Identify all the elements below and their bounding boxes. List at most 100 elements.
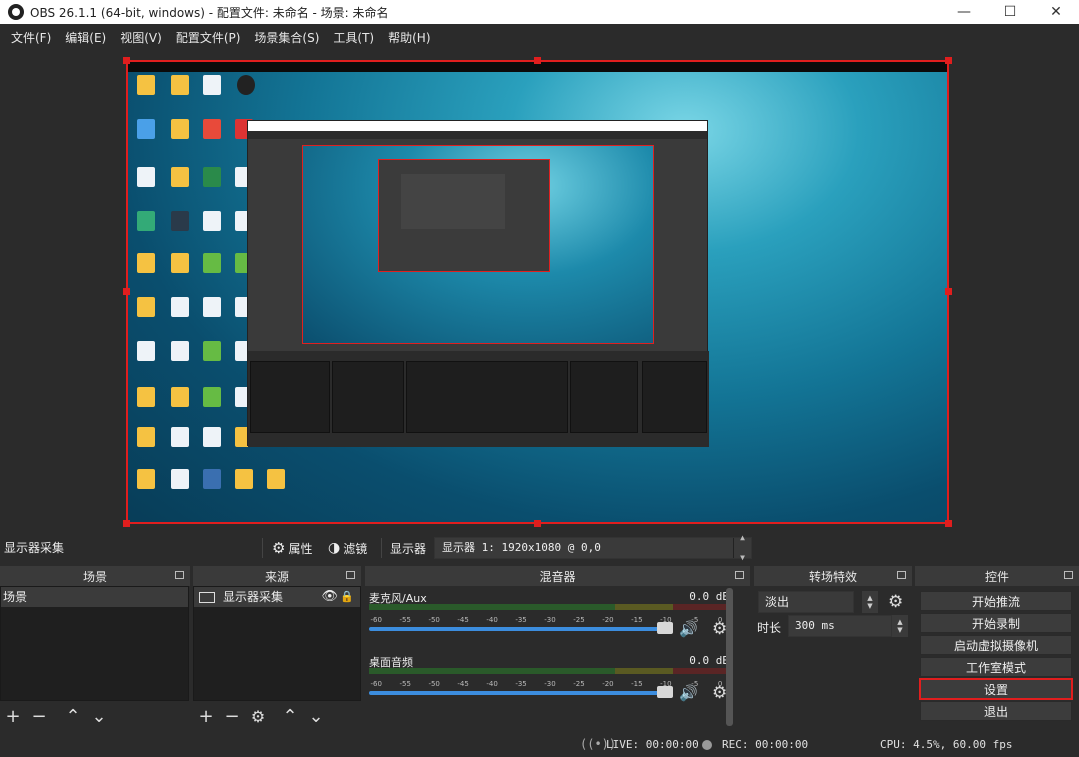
menu-view[interactable]: 视图(V) — [113, 24, 169, 52]
preview-area — [0, 52, 1079, 530]
selected-source-name: 显示器采集 — [4, 541, 65, 555]
display-label: 显示器 — [390, 541, 427, 556]
move-up-icon[interactable]: ⌃ — [281, 705, 299, 727]
channel-db: 0.0 dB — [689, 590, 729, 603]
menu-profile[interactable]: 配置文件(P) — [169, 24, 248, 52]
live-timer: LIVE: 00:00:00 — [606, 738, 699, 751]
move-down-icon[interactable]: ⌄ — [90, 705, 108, 727]
updown-arrow-icon: ▲ ▼ — [733, 533, 751, 562]
remove-scene-icon[interactable]: − — [30, 705, 48, 727]
mixer-body: 麦克风/Aux 0.0 dB -60 -55 -50 -45 -40 -35 -30 -25-… — [365, 586, 735, 729]
undock-icon[interactable] — [897, 571, 906, 579]
undock-icon[interactable] — [175, 571, 184, 579]
source-item-label: 显示器采集 — [223, 590, 284, 604]
sources-toolbar: + − ⚙ ⌃ ⌄ — [193, 703, 325, 729]
window-title: OBS 26.1.1 (64-bit, windows) - 配置文件: 未命名… — [30, 5, 389, 20]
rec-timer: REC: 00:00:00 — [722, 738, 809, 751]
mixer-scrollbar[interactable] — [726, 588, 733, 726]
start-recording-button[interactable]: 开始录制 — [920, 613, 1072, 633]
controls-dock: 控件 开始推流 开始录制 启动虚拟摄像机 工作室模式 设置 退出 — [915, 566, 1079, 731]
menu-scene-collection[interactable]: 场景集合(S) — [247, 24, 326, 52]
preview-canvas[interactable] — [127, 61, 948, 523]
duration-label: 时长 — [757, 621, 782, 635]
menu-help[interactable]: 帮助(H) — [381, 24, 437, 52]
volume-meter — [369, 668, 731, 674]
duration-input[interactable]: 300 ms — [788, 615, 892, 637]
settings-button[interactable]: 设置 — [919, 678, 1073, 700]
start-virtual-camera-button[interactable]: 启动虚拟摄像机 — [920, 635, 1072, 655]
maximize-button[interactable]: ☐ — [987, 0, 1033, 24]
channel-db: 0.0 dB — [689, 654, 729, 667]
controls-header: 控件 — [915, 566, 1079, 586]
source-toolbar: 显示器采集 ⚙ 属性 ◑ 滤镜 显示器 显示器 1: 1920x1080 @ 0… — [0, 533, 1079, 562]
lock-icon[interactable]: 🔒 — [340, 587, 354, 607]
transitions-header: 转场特效 — [754, 566, 912, 586]
record-dot-icon — [702, 740, 712, 750]
scenes-toolbar: + − ⌃ ⌄ — [0, 703, 108, 729]
title-bar: OBS 26.1.1 (64-bit, windows) - 配置文件: 未命名… — [0, 0, 1079, 24]
gear-icon[interactable]: ⚙ — [712, 619, 727, 639]
cpu-fps-readout: CPU: 4.5%, 60.00 fps — [880, 738, 1013, 751]
menu-tools[interactable]: 工具(T) — [326, 24, 381, 52]
move-down-icon[interactable]: ⌄ — [307, 705, 325, 727]
volume-slider-handle[interactable] — [657, 622, 673, 634]
add-scene-icon[interactable]: + — [4, 705, 22, 727]
scene-item[interactable]: 场景 — [1, 587, 188, 607]
display-select-value: 显示器 1: 1920x1080 @ 0,0 — [442, 541, 601, 554]
volume-slider[interactable] — [369, 691, 667, 695]
sources-list: 显示器采集 👁 🔒 — [193, 586, 361, 701]
meter-ticks: -60 -55 -50 -45 -40 -35 -30 -25 -20 -15 -10 -5 0 — [370, 680, 723, 688]
close-button[interactable]: ✕ — [1033, 0, 1079, 24]
gear-icon[interactable]: ⚙ — [712, 683, 727, 703]
menu-file[interactable]: 文件(F) — [4, 24, 58, 52]
properties-label: 属性 — [288, 541, 313, 556]
volume-meter — [369, 604, 731, 610]
mixer-channel-desktop: 桌面音频 0.0 dB -60 -55 -50 -45 -40 -35 -30 -25 -20-… — [369, 654, 731, 714]
transition-settings-gear-icon[interactable]: ⚙ — [888, 592, 903, 612]
gear-icon: ⚙ — [272, 539, 286, 557]
obs-logo-icon — [8, 4, 24, 20]
captured-taskbar — [127, 61, 948, 72]
menu-edit[interactable]: 编辑(E) — [58, 24, 113, 52]
sources-header: 来源 — [193, 566, 361, 586]
duration-spinner[interactable]: ▲ ▼ — [892, 615, 908, 637]
meter-ticks: -60 -55 -50 -45 -40 -35 -30 -25 -20 -15 -10 -5 0 — [370, 616, 723, 624]
speaker-icon[interactable]: 🔊 — [679, 620, 698, 638]
transition-select[interactable]: 淡出 — [758, 591, 854, 613]
display-select[interactable]: 显示器 1: 1920x1080 @ 0,0 ▲ ▼ — [434, 533, 752, 562]
mixer-channel-mic: 麦克风/Aux 0.0 dB -60 -55 -50 -45 -40 -35 -30 -25-… — [369, 590, 731, 650]
minimize-button[interactable]: — — [941, 0, 987, 24]
remove-source-icon[interactable]: − — [223, 705, 241, 727]
mixer-dock: 混音器 麦克风/Aux 0.0 dB -60 -55 -50 -45 -40 -35 -30… — [365, 566, 750, 731]
captured-obs-window — [247, 120, 709, 447]
undock-icon[interactable] — [346, 571, 355, 579]
sources-dock: 来源 显示器采集 👁 🔒 + − ⚙ ⌃ ⌄ — [193, 566, 361, 731]
volume-slider[interactable] — [369, 627, 667, 631]
updown-arrow-icon[interactable]: ▲ ▼ — [862, 591, 878, 613]
mixer-header: 混音器 — [365, 566, 750, 586]
status-bar: ((•)) LIVE: 00:00:00 REC: 00:00:00 CPU: … — [0, 733, 1079, 757]
start-streaming-button[interactable]: 开始推流 — [920, 591, 1072, 611]
scenes-dock: 场景 场景 + − ⌃ ⌄ — [0, 566, 190, 731]
properties-button[interactable]: ⚙ 属性 — [272, 537, 312, 559]
source-properties-gear-icon[interactable]: ⚙ — [249, 705, 267, 727]
undock-icon[interactable] — [735, 571, 744, 579]
add-source-icon[interactable]: + — [197, 705, 215, 727]
filters-label: 滤镜 — [343, 541, 368, 556]
exit-button[interactable]: 退出 — [920, 701, 1072, 721]
visibility-eye-icon[interactable]: 👁 — [321, 587, 338, 607]
undock-icon[interactable] — [1064, 571, 1073, 579]
volume-slider-handle[interactable] — [657, 686, 673, 698]
filters-button[interactable]: ◑ 滤镜 — [328, 537, 367, 559]
filters-icon: ◑ — [328, 540, 341, 556]
move-up-icon[interactable]: ⌃ — [64, 705, 82, 727]
source-item[interactable]: 显示器采集 👁 🔒 — [194, 587, 360, 607]
window-controls: — ☐ ✕ — [941, 0, 1079, 24]
transitions-dock: 转场特效 淡出 ▲ ▼ ⚙ 时长 300 ms ▲ ▼ — [754, 566, 912, 731]
menu-bar: 文件(F) 编辑(E) 视图(V) 配置文件(P) 场景集合(S) 工具(T) … — [0, 24, 1079, 52]
monitor-icon — [199, 591, 215, 603]
scenes-header: 场景 — [0, 566, 190, 586]
speaker-icon[interactable]: 🔊 — [679, 684, 698, 702]
scenes-list: 场景 — [0, 586, 189, 701]
studio-mode-button[interactable]: 工作室模式 — [920, 657, 1072, 677]
